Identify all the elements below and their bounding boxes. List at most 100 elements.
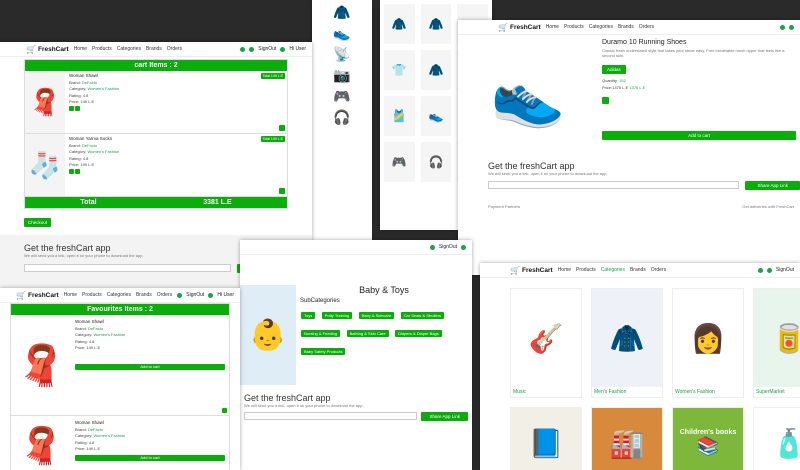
decrease-button[interactable] — [69, 168, 74, 174]
category-card[interactable]: 🧥 Men's Fashion — [591, 288, 663, 398]
user-avatar[interactable] — [461, 244, 466, 250]
product-thumb[interactable]: 🎮 — [333, 88, 350, 105]
email-input[interactable] — [24, 264, 232, 272]
nav-categories[interactable]: Categories — [601, 267, 625, 273]
user-avatar[interactable] — [208, 292, 214, 298]
category-card[interactable]: 📘 — [510, 407, 582, 470]
brand-logo[interactable]: 🛒 FreshCart — [26, 45, 69, 54]
heart-badge[interactable] — [789, 24, 794, 30]
product-tile[interactable]: 🎧 — [420, 142, 452, 182]
nav-orders[interactable]: Orders — [639, 24, 654, 30]
nav-home[interactable]: Home — [64, 292, 77, 298]
increase-button[interactable] — [75, 168, 81, 174]
add-to-cart-button[interactable]: Add to cart — [75, 363, 225, 370]
cart-badge[interactable] — [429, 244, 435, 250]
signout-link[interactable]: SignOut — [258, 46, 276, 52]
category-link[interactable]: Women's Fashion — [93, 433, 125, 438]
nav-categories[interactable]: Categories — [107, 292, 131, 298]
product-thumb[interactable]: 🎧 — [333, 109, 350, 126]
subcategory-tag[interactable]: Potty Training — [321, 312, 353, 319]
nav-categories[interactable]: Categories — [117, 46, 141, 52]
nav-products[interactable]: Products — [564, 24, 584, 30]
add-to-cart-button[interactable]: Add to cart — [75, 454, 225, 461]
subcategory-tag[interactable]: Diapers & Diaper Bags — [395, 330, 442, 337]
nav-categories[interactable]: Categories — [589, 24, 613, 30]
cart-badge[interactable] — [177, 292, 183, 298]
category-card[interactable]: 🎸 Music — [510, 288, 582, 398]
remove-button[interactable] — [279, 188, 285, 194]
increase-button[interactable] — [75, 105, 81, 111]
signout-link[interactable]: SignOut — [439, 244, 457, 250]
cart-badge[interactable] — [240, 46, 246, 52]
subcategory-tag[interactable]: Bathing & Skin Care — [346, 330, 389, 337]
share-app-link-button[interactable]: Share App Link — [745, 181, 800, 190]
email-input[interactable] — [488, 181, 740, 189]
brand-label: Brand: — [69, 142, 81, 148]
category-card[interactable]: Children's books 📚 — [672, 407, 744, 470]
nav-home[interactable]: Home — [558, 267, 571, 273]
brand-link[interactable]: DeFacto — [82, 143, 97, 148]
brand-link[interactable]: DeFacto — [82, 80, 97, 85]
nav-products[interactable]: Products — [82, 292, 102, 298]
subcategory-tag[interactable]: Car Seats & Strollers — [400, 312, 444, 319]
subcategory-tag[interactable]: Toys — [301, 312, 316, 319]
category-link[interactable]: Women's Fashion — [93, 332, 125, 337]
nav-products[interactable]: Products — [92, 46, 112, 52]
subcategory-tag[interactable]: Baby Safety Products — [301, 348, 346, 355]
subcategory-tag[interactable]: Baby & Skincare — [358, 312, 395, 319]
price-value: Price:1475 L.E — [602, 84, 629, 90]
product-tile[interactable]: 🧥 — [420, 4, 452, 44]
share-app-link-button[interactable]: Share App Link — [421, 412, 468, 421]
nav-brands[interactable]: Brands — [146, 46, 162, 52]
category-label: Music — [513, 389, 527, 395]
product-thumb[interactable]: 🧥 — [333, 4, 350, 21]
category-card[interactable]: 👩 Women's Fashion — [672, 288, 744, 398]
category-card[interactable]: 🏭 — [591, 407, 663, 470]
email-input[interactable] — [244, 412, 418, 420]
heart-badge[interactable] — [249, 46, 255, 52]
product-thumb[interactable]: 📡 — [333, 46, 350, 63]
category-link[interactable]: Women's Fashion — [87, 149, 119, 154]
product-tile[interactable]: 🎮 — [384, 142, 415, 182]
decrease-button[interactable] — [69, 105, 74, 111]
nav-orders[interactable]: Orders — [651, 267, 666, 273]
signout-link[interactable]: SignOut — [186, 292, 204, 298]
favourite-item: 🧣 Woman Shawl Brand: DeFacto Category: W… — [11, 315, 229, 416]
brand-link[interactable]: DeFacto — [88, 326, 103, 331]
cart-badge[interactable] — [780, 24, 785, 30]
category-link[interactable]: Women's Fashion — [87, 86, 119, 91]
cart-item: 🧦 Woman Yarma Socks Brand: DeFacto Categ… — [25, 134, 287, 197]
remove-button[interactable] — [222, 408, 227, 413]
product-thumb[interactable]: 📷 — [333, 67, 350, 84]
remove-button[interactable] — [279, 125, 285, 131]
product-tile[interactable]: 👕 — [384, 50, 415, 90]
brand-logo[interactable]: 🛒 FreshCart — [498, 23, 541, 32]
product-tile[interactable]: 🎽 — [384, 96, 415, 136]
favorite-button[interactable] — [602, 97, 609, 104]
nav-brands[interactable]: Brands — [618, 24, 634, 30]
product-tile[interactable]: 🧥 — [384, 4, 415, 44]
category-card[interactable]: 🥫 SuperMarket — [753, 288, 800, 398]
product-tile[interactable]: 👟 — [420, 96, 452, 136]
checkout-button[interactable]: Checkout — [24, 218, 52, 227]
brand-logo[interactable]: 🛒 FreshCart — [510, 266, 553, 275]
product-tile[interactable]: 🧥 — [420, 50, 452, 90]
nav-brands[interactable]: Brands — [630, 267, 646, 273]
nav-home[interactable]: Home — [74, 46, 87, 52]
nav-orders[interactable]: Orders — [167, 46, 182, 52]
nav-brands[interactable]: Brands — [136, 292, 152, 298]
user-avatar[interactable] — [280, 46, 286, 52]
category-card[interactable]: 🧴 — [753, 407, 800, 470]
product-thumb[interactable]: 👟 — [333, 25, 350, 42]
price-label: Price: — [69, 99, 80, 104]
subcategory-tag[interactable]: Nursing & Feeding — [301, 330, 341, 337]
brand-link[interactable]: DeFacto — [88, 427, 103, 432]
heart-badge[interactable] — [766, 267, 772, 273]
nav-home[interactable]: Home — [546, 24, 559, 30]
brand-logo[interactable]: 🛒 FreshCart — [16, 291, 59, 300]
add-to-cart-button[interactable]: Add to cart — [602, 131, 796, 140]
nav-orders[interactable]: Orders — [157, 292, 172, 298]
nav-products[interactable]: Products — [576, 267, 596, 273]
signout-link[interactable]: SignOut — [776, 267, 794, 273]
cart-badge[interactable] — [757, 267, 763, 273]
